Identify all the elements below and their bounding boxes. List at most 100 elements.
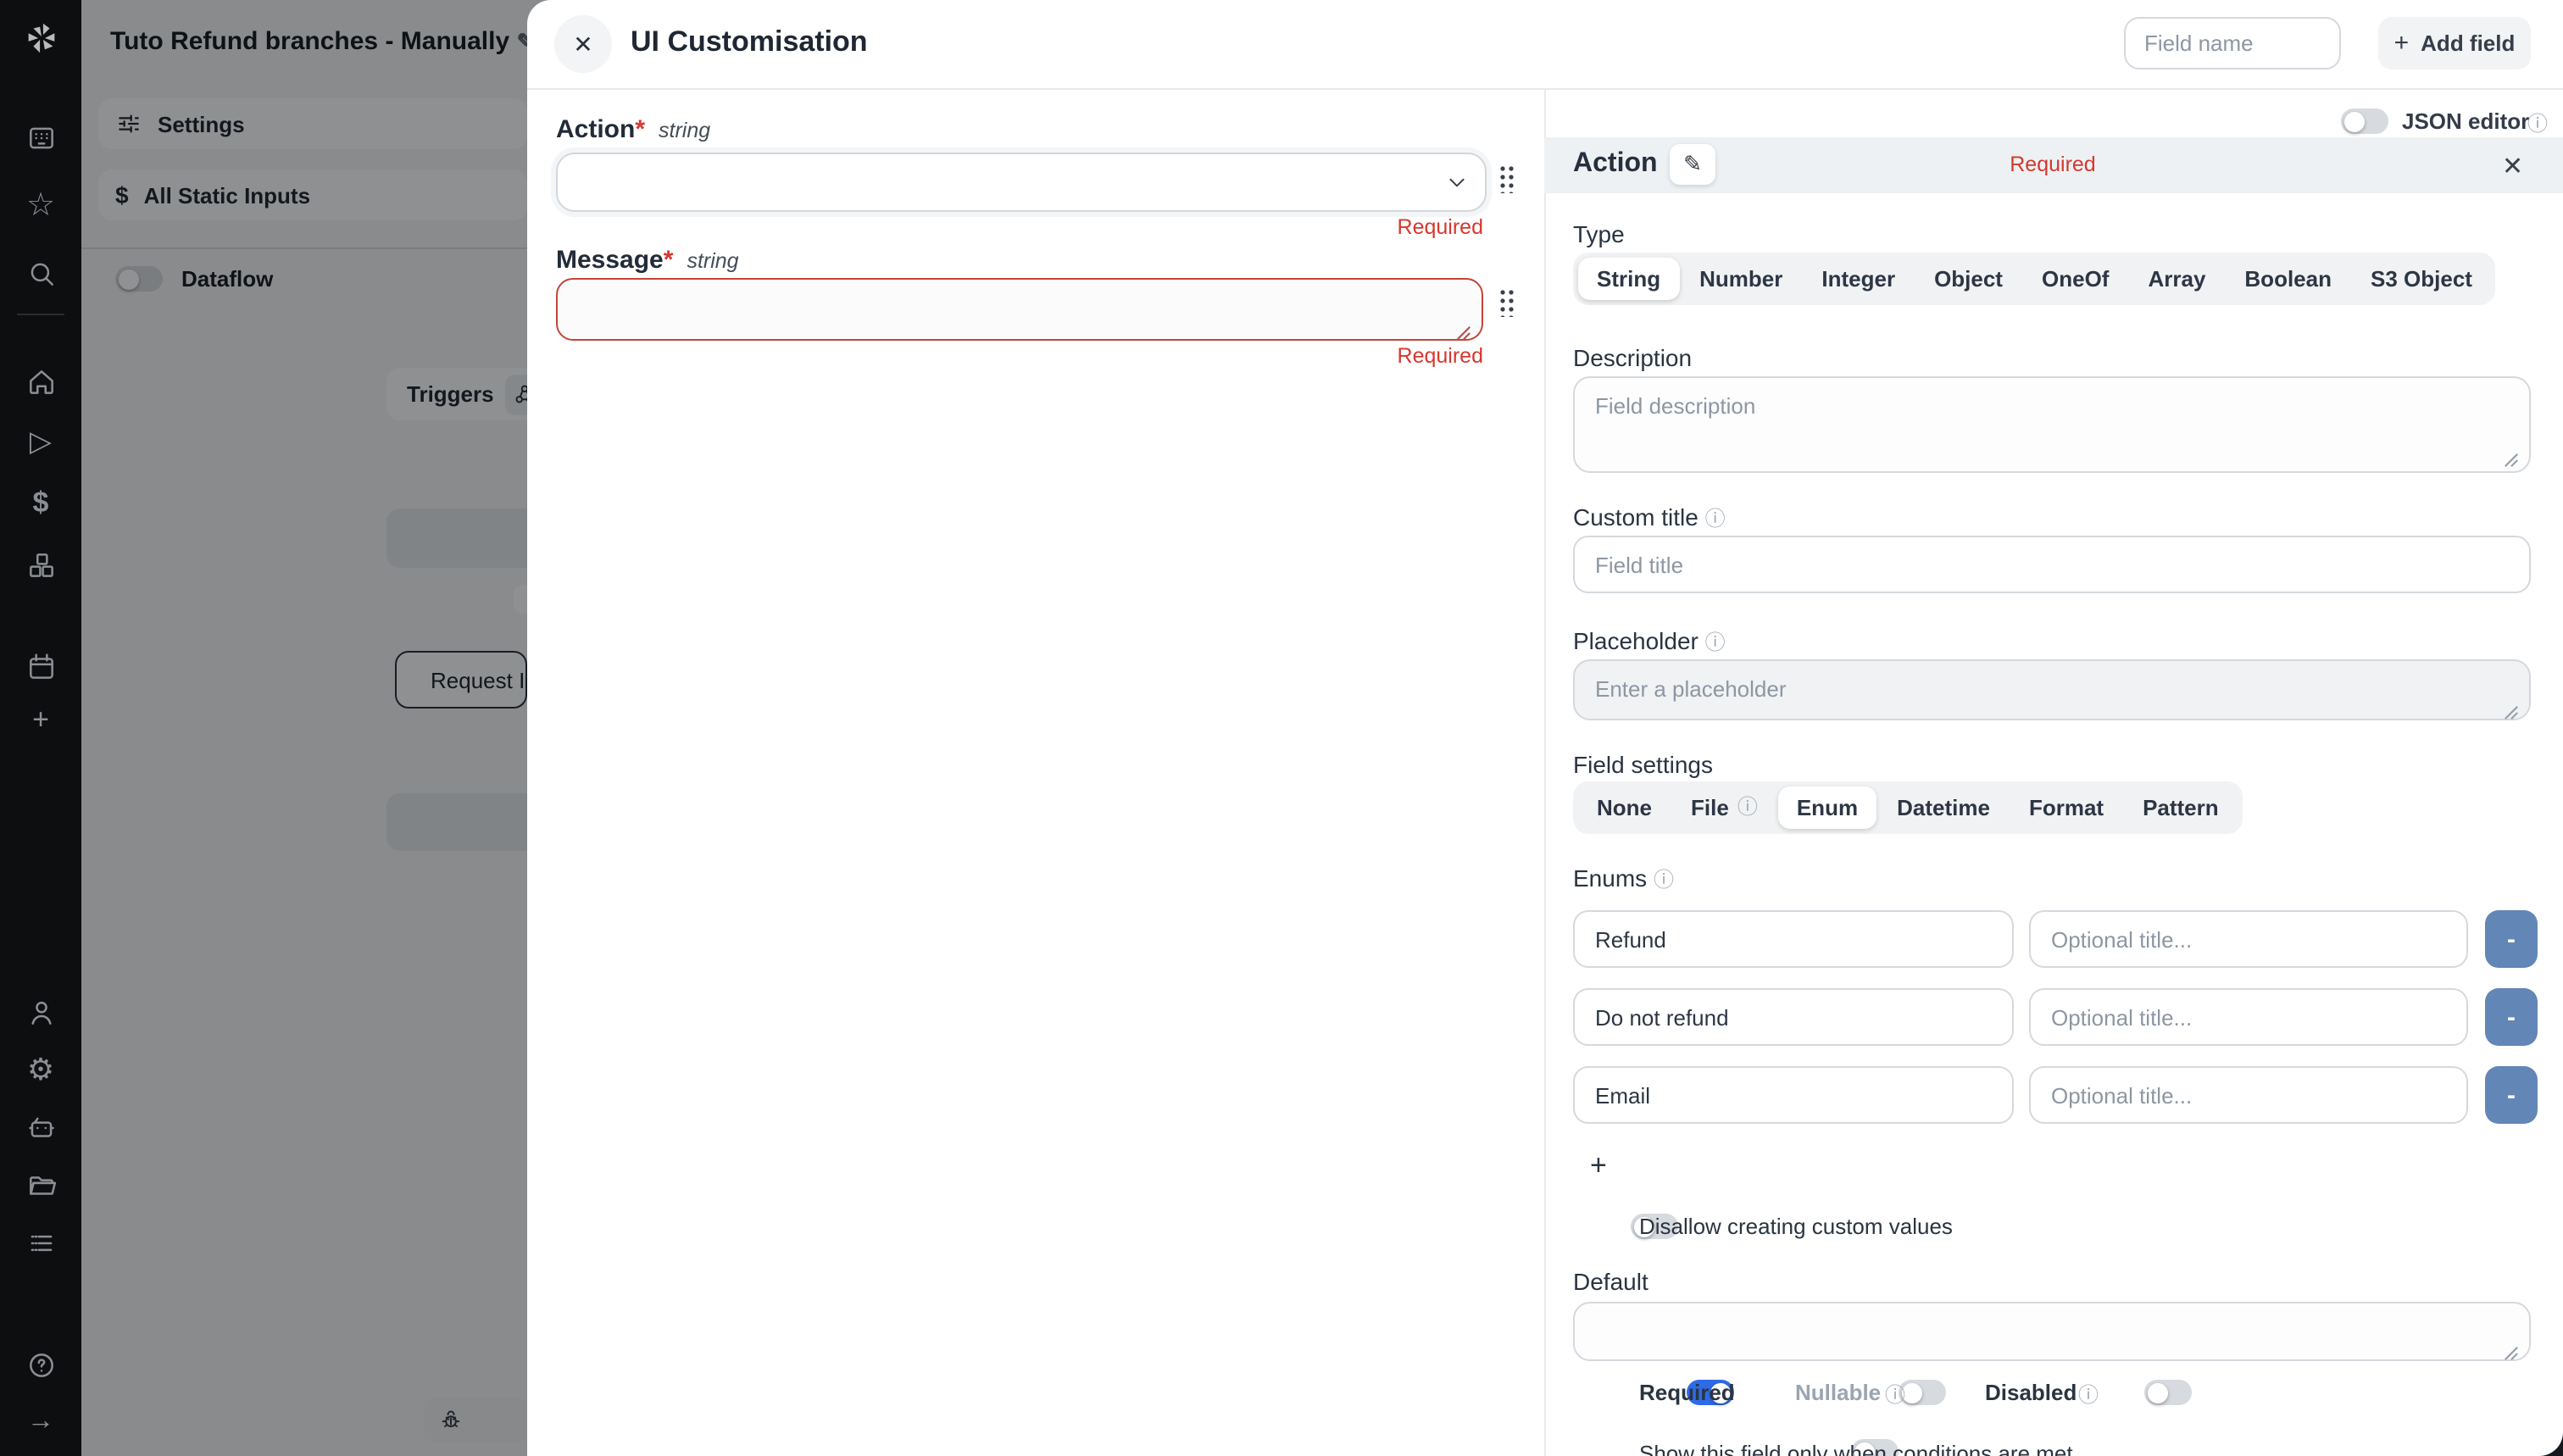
robot-icon[interactable] — [0, 1098, 81, 1156]
field-editor-header: Action ✎ Required ✕ — [1544, 137, 2563, 193]
enums-info-icon[interactable]: ⓘ — [1654, 868, 1674, 892]
type-option-object[interactable]: Object — [1915, 258, 2021, 300]
disallow-custom-values-label: Disallow creating custom values — [1639, 1214, 1953, 1239]
field-settings-segmented-control: None Fileⓘ Enum Datetime Format Pattern — [1573, 781, 2243, 834]
enum-value-input[interactable] — [1573, 910, 2014, 968]
icon-sidebar: ☆ ▷ $ + ⚙ → — [0, 0, 81, 1456]
type-option-boolean[interactable]: Boolean — [2226, 258, 2350, 300]
action-field-type: string — [659, 119, 710, 142]
conditions-label: Show this field only when conditions are… — [1639, 1441, 2073, 1456]
message-field-type: string — [687, 249, 738, 273]
modal-title: UI Customisation — [631, 25, 868, 59]
disabled-info-icon[interactable]: ⓘ — [2078, 1380, 2099, 1409]
modal-close-button[interactable]: ✕ — [554, 15, 612, 73]
message-required-error: Required — [1144, 344, 1483, 368]
user-icon[interactable] — [0, 983, 81, 1041]
type-option-array[interactable]: Array — [2129, 258, 2224, 300]
app-logo-icon[interactable] — [22, 19, 61, 66]
field-settings-label: Field settings — [1573, 751, 1713, 778]
default-resize-handle[interactable] — [2504, 1339, 2519, 1370]
favorites-star-icon[interactable]: ☆ — [0, 176, 81, 234]
custom-title-label: Custom title ⓘ — [1573, 503, 1726, 532]
setting-option-file[interactable]: Fileⓘ — [1672, 786, 1776, 829]
placeholder-resize-handle[interactable] — [2504, 698, 2519, 729]
message-field-label: Message*string — [556, 246, 739, 275]
description-resize-handle[interactable] — [2504, 446, 2519, 476]
billing-dollar-icon[interactable]: $ — [0, 475, 81, 532]
remove-enum-button[interactable]: - — [2485, 910, 2538, 968]
remove-enum-button[interactable]: - — [2485, 1066, 2538, 1124]
placeholder-info-icon[interactable]: ⓘ — [1705, 631, 1726, 654]
enum-value-input[interactable] — [1573, 1066, 2014, 1124]
add-field-label: Add field — [2421, 31, 2515, 56]
calendar-icon[interactable] — [0, 637, 81, 695]
runs-play-icon[interactable]: ▷ — [0, 414, 81, 471]
description-textarea[interactable] — [1573, 376, 2531, 473]
sidebar-divider — [17, 314, 64, 315]
remove-enum-button[interactable]: - — [2485, 988, 2538, 1046]
default-label: Default — [1573, 1268, 1648, 1295]
setting-option-pattern[interactable]: Pattern — [2124, 786, 2238, 829]
type-segmented-control: String Number Integer Object OneOf Array… — [1573, 253, 2496, 305]
setting-option-format[interactable]: Format — [2010, 786, 2122, 829]
add-enum-button[interactable]: + — [1590, 1149, 1607, 1183]
home-icon[interactable] — [0, 353, 81, 410]
default-textarea[interactable] — [1573, 1302, 2531, 1361]
enums-label: Enums ⓘ — [1573, 864, 1674, 893]
description-label: Description — [1573, 344, 1692, 371]
field-editor-title: Action — [1573, 149, 1658, 180]
add-field-button[interactable]: + Add field — [2378, 17, 2531, 69]
search-icon[interactable] — [0, 244, 81, 302]
type-option-string[interactable]: String — [1578, 258, 1679, 300]
placeholder-textarea[interactable] — [1573, 659, 2531, 720]
message-drag-handle-icon[interactable] — [1498, 288, 1515, 317]
field-editor-close-icon[interactable]: ✕ — [2502, 151, 2523, 181]
folder-icon[interactable] — [0, 1156, 81, 1214]
type-option-oneof[interactable]: OneOf — [2023, 258, 2127, 300]
action-drag-handle-icon[interactable] — [1498, 164, 1515, 193]
file-info-icon: ⓘ — [1737, 795, 1758, 820]
json-editor-toggle[interactable] — [2341, 108, 2388, 134]
enum-title-input[interactable] — [2029, 1066, 2468, 1124]
disabled-toggle[interactable] — [2144, 1380, 2192, 1405]
enum-title-input[interactable] — [2029, 988, 2468, 1046]
close-icon: ✕ — [573, 30, 592, 58]
panel-divider-vertical — [1544, 88, 1546, 1456]
apps-icon[interactable] — [0, 108, 81, 166]
chevron-down-icon — [1446, 171, 1468, 202]
enum-value-input[interactable] — [1573, 988, 2014, 1046]
setting-option-datetime[interactable]: Datetime — [1878, 786, 2009, 829]
setting-option-none[interactable]: None — [1578, 786, 1671, 829]
pencil-icon: ✎ — [1683, 151, 1702, 178]
field-required-badge: Required — [1968, 153, 2138, 176]
rename-field-button[interactable]: ✎ — [1670, 144, 1715, 185]
action-field-label: Action*string — [556, 115, 710, 144]
plus-icon: + — [2394, 29, 2410, 58]
collapse-arrow-icon[interactable]: → — [0, 1393, 81, 1451]
json-editor-info-icon[interactable]: ⓘ — [2527, 108, 2548, 137]
nullable-info-icon[interactable]: ⓘ — [1885, 1380, 1905, 1409]
nullable-toggle[interactable] — [1899, 1380, 1947, 1405]
type-option-number[interactable]: Number — [1681, 258, 1801, 300]
required-label: Required — [1639, 1380, 1735, 1405]
message-textarea[interactable] — [556, 278, 1483, 341]
add-plus-icon[interactable]: + — [0, 692, 81, 749]
app-root: ☆ ▷ $ + ⚙ → Tuto Refund branches - Manua… — [0, 0, 2563, 1456]
disabled-label: Disabled — [1985, 1380, 2077, 1405]
type-label: Type — [1573, 220, 1625, 247]
nullable-label: Nullable — [1795, 1380, 1881, 1405]
list-icon[interactable] — [0, 1214, 81, 1271]
action-required-error: Required — [1144, 215, 1483, 239]
help-icon[interactable] — [0, 1336, 81, 1393]
settings-gear-icon[interactable]: ⚙ — [0, 1041, 81, 1098]
type-option-integer[interactable]: Integer — [1803, 258, 1914, 300]
enum-title-input[interactable] — [2029, 910, 2468, 968]
action-select[interactable] — [556, 153, 1487, 212]
setting-option-enum[interactable]: Enum — [1778, 786, 1876, 829]
custom-title-info-icon[interactable]: ⓘ — [1705, 507, 1726, 531]
field-name-input[interactable] — [2124, 17, 2341, 69]
placeholder-label: Placeholder ⓘ — [1573, 627, 1726, 656]
blocks-icon[interactable] — [0, 536, 81, 593]
type-option-s3object[interactable]: S3 Object — [2352, 258, 2491, 300]
custom-title-input[interactable] — [1573, 536, 2531, 593]
